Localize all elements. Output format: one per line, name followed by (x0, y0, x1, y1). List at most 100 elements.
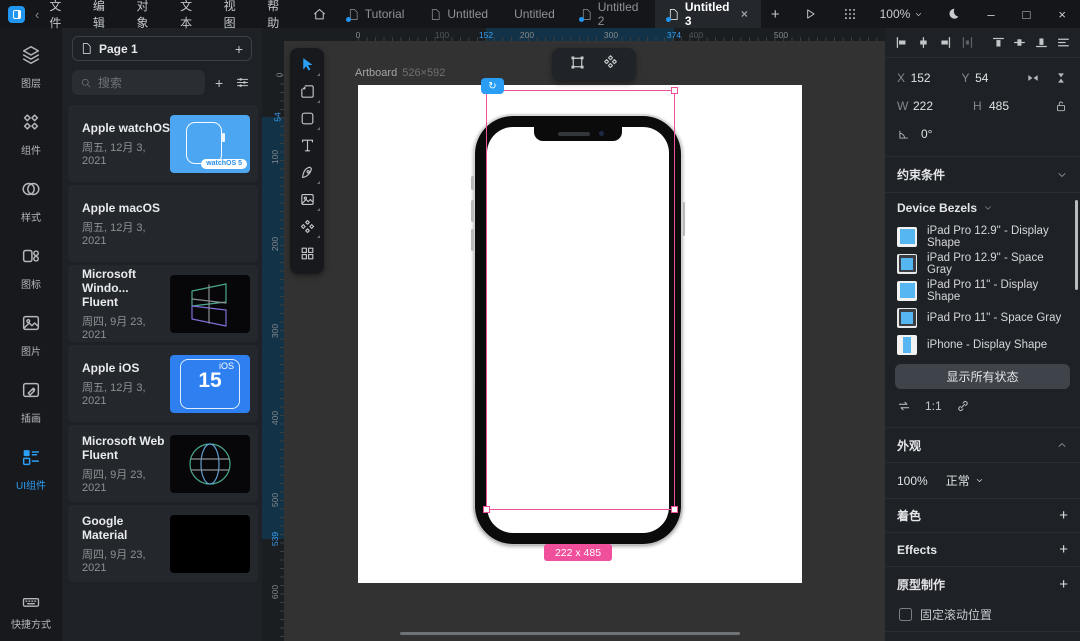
bezel-variant-item[interactable]: iPad Pro 12.9" - Display Shape (885, 223, 1080, 250)
new-tab-button[interactable]: + (761, 6, 790, 23)
constraints-section-header[interactable]: 约束条件 (885, 157, 1080, 193)
scale-ratio[interactable]: 1:1 (925, 399, 942, 413)
bezel-variant-item[interactable]: iPad Pro 11" - Space Gray (885, 304, 1080, 331)
document-tab[interactable]: Untitled × (501, 0, 568, 28)
tool-button[interactable] (290, 161, 324, 188)
w-input[interactable]: 222 (913, 99, 973, 113)
document-tab[interactable]: Untitled 2 × (568, 0, 655, 28)
window-maximize-button[interactable]: □ (1009, 7, 1045, 22)
rail-item[interactable]: 插画 (20, 379, 42, 425)
y-input[interactable]: 54 (975, 71, 1026, 85)
tool-button[interactable] (290, 215, 324, 242)
bezel-variant-item[interactable]: iPhone - Display Shape (885, 331, 1080, 358)
document-tab[interactable]: Untitled 3 × (655, 0, 761, 28)
zoom-control[interactable]: 100% (870, 7, 934, 21)
tool-button[interactable] (290, 80, 324, 107)
x-input[interactable]: 152 (911, 71, 962, 85)
alignment-toolbar (885, 28, 1080, 58)
align-bottom-icon[interactable] (1035, 35, 1048, 50)
add-effect-button[interactable]: + (1059, 541, 1068, 558)
align-vertical-center-icon[interactable] (1013, 35, 1026, 50)
rotate-handle[interactable]: ↻ (481, 78, 504, 94)
play-icon[interactable] (790, 7, 830, 21)
rotation-input[interactable]: 0° (921, 127, 981, 141)
search-input[interactable]: 搜索 (72, 70, 205, 95)
blend-mode-select[interactable]: 正常 (946, 472, 984, 489)
edit-object-icon[interactable] (569, 54, 586, 76)
menu-item[interactable]: 文件 (49, 0, 72, 31)
align-right-icon[interactable] (939, 35, 952, 50)
filter-icon[interactable] (235, 75, 250, 90)
tool-button[interactable] (290, 188, 324, 215)
vertical-ruler[interactable]: 054100200300400500539600 (262, 28, 284, 641)
flip-horizontal-icon[interactable] (1026, 71, 1040, 85)
menu-item[interactable]: 帮助 (267, 0, 290, 31)
rail-item[interactable]: 图片 (20, 312, 42, 358)
rail-item[interactable]: UI组件 (16, 446, 46, 492)
distribute-horizontal-icon[interactable] (961, 35, 974, 50)
menu-item[interactable]: 文本 (180, 0, 203, 31)
device-bezels-header[interactable]: Device Bezels (885, 193, 1080, 223)
library-card[interactable]: Microsoft Windo... Fluent 周四, 9月 23, 202… (68, 265, 258, 342)
checkbox[interactable] (899, 608, 912, 621)
document-tab[interactable]: Untitled × (417, 0, 501, 28)
tool-button[interactable] (290, 107, 324, 134)
library-card[interactable]: Apple watchOS 周五, 12月 3, 2021 (68, 105, 258, 182)
opacity-input[interactable]: 100% (897, 474, 928, 488)
rail-item[interactable]: 样式 (20, 178, 42, 224)
tool-button[interactable] (290, 242, 324, 269)
fixed-scroll-option[interactable]: 固定滚动位置 (885, 601, 1080, 627)
rail-item[interactable]: 组件 (20, 111, 42, 157)
tool-button[interactable] (290, 53, 324, 80)
tool-button[interactable] (290, 134, 324, 161)
canvas[interactable]: Artboard 526×592 (284, 41, 885, 641)
align-top-icon[interactable] (992, 35, 1005, 50)
inspector-scrollbar[interactable] (1075, 200, 1078, 290)
back-chevron-icon[interactable]: ‹ (35, 7, 39, 22)
window-close-button[interactable]: × (1044, 7, 1080, 22)
horizontal-ruler[interactable]: -1000100152200300374400500 (284, 28, 885, 41)
align-horizontal-center-icon[interactable] (917, 35, 930, 50)
library-card[interactable]: Google Material 周四, 9月 23, 2021 (68, 505, 258, 582)
grid-apps-icon[interactable] (830, 7, 870, 21)
iphone-display-shape[interactable] (487, 127, 669, 533)
appearance-section-header[interactable]: 外观 (885, 427, 1080, 463)
unlock-aspect-icon[interactable] (1054, 99, 1068, 113)
app-logo[interactable] (8, 6, 25, 23)
menu-item[interactable]: 对象 (137, 0, 160, 31)
canvas-horizontal-scrollbar[interactable] (400, 632, 740, 635)
more-align-icon[interactable] (1057, 35, 1070, 50)
page-selector[interactable]: Page 1 + (72, 36, 252, 61)
shortcuts-button[interactable]: 快捷方式 (11, 592, 51, 631)
h-input[interactable]: 485 (989, 99, 1049, 113)
add-prototype-button[interactable]: + (1059, 576, 1068, 593)
swap-instance-icon[interactable] (897, 399, 911, 413)
show-all-states-button[interactable]: 显示所有状态 (895, 364, 1070, 389)
rail-item[interactable]: 图层 (20, 44, 42, 90)
library-card[interactable]: Apple iOS 周五, 12月 3, 2021 (68, 345, 258, 422)
home-icon[interactable] (312, 7, 327, 22)
align-left-icon[interactable] (895, 35, 908, 50)
library-card[interactable]: Apple macOS 周五, 12月 3, 2021 (68, 185, 258, 262)
add-page-button[interactable]: + (235, 41, 243, 57)
theme-moon-icon[interactable] (933, 7, 973, 21)
library-card-date: 周五, 12月 3, 2021 (82, 219, 170, 247)
add-library-button[interactable]: + (215, 75, 223, 91)
rail-item[interactable]: 图标 (20, 245, 42, 291)
menu-item[interactable]: 视图 (224, 0, 247, 31)
library-card[interactable]: Microsoft Web Fluent 周四, 9月 23, 2021 (68, 425, 258, 502)
bezel-variant-item[interactable]: iPad Pro 12.9" - Space Gray (885, 250, 1080, 277)
artboard-name[interactable]: Artboard (355, 67, 397, 79)
create-component-icon[interactable] (602, 54, 619, 76)
menu-item[interactable]: 编辑 (93, 0, 116, 31)
window-minimize-button[interactable]: – (973, 7, 1008, 22)
close-tab-icon[interactable]: × (741, 7, 748, 21)
detach-link-icon[interactable] (956, 399, 970, 413)
iphone-bezel-object[interactable] (473, 114, 683, 546)
flip-vertical-icon[interactable] (1054, 71, 1068, 85)
artboard-label[interactable]: Artboard 526×592 (355, 67, 445, 79)
document-tab[interactable]: Tutorial × (335, 0, 418, 28)
bezel-variant-item[interactable]: iPad Pro 11" - Display Shape (885, 277, 1080, 304)
add-tint-button[interactable]: + (1059, 507, 1068, 524)
instance-actions-row: 1:1 (885, 397, 1080, 421)
